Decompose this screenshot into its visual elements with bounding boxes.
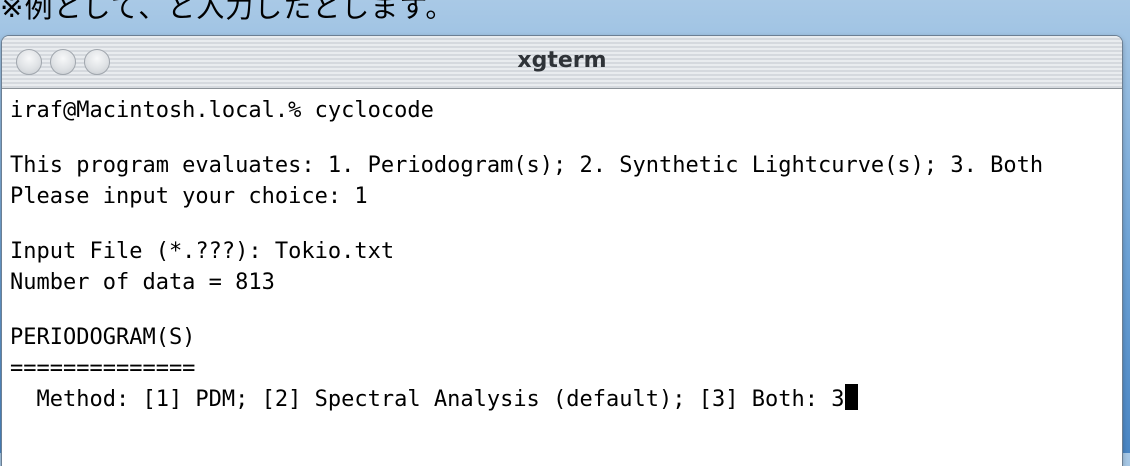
terminal-prompt-line: Method: [1] PDM; [2] Spectral Analysis (… — [10, 384, 1114, 415]
xgterm-window: xgterm iraf@Macintosh.local.% cyclocode … — [2, 36, 1122, 466]
text-cursor — [845, 384, 859, 410]
terminal-line: PERIODOGRAM(S) — [10, 325, 196, 350]
terminal-line: iraf@Macintosh.local.% cyclocode — [10, 98, 434, 123]
page-caption: ※例として、と入力したとします。 — [0, 0, 455, 24]
terminal-line: Input File (*.???): Tokio.txt — [10, 239, 395, 264]
title-bar[interactable]: xgterm — [2, 36, 1122, 89]
terminal-line-text: Method: [1] PDM; [2] Spectral Analysis (… — [10, 387, 845, 412]
terminal-line: ============== — [10, 356, 196, 381]
terminal-line: This program evaluates: 1. Periodogram(s… — [10, 153, 1044, 178]
terminal-line: Number of data = 813 — [10, 270, 275, 295]
terminal-line: Please input your choice: 1 — [10, 184, 368, 209]
window-title: xgterm — [517, 48, 607, 73]
terminal-output[interactable]: iraf@Macintosh.local.% cyclocode This pr… — [2, 89, 1122, 466]
